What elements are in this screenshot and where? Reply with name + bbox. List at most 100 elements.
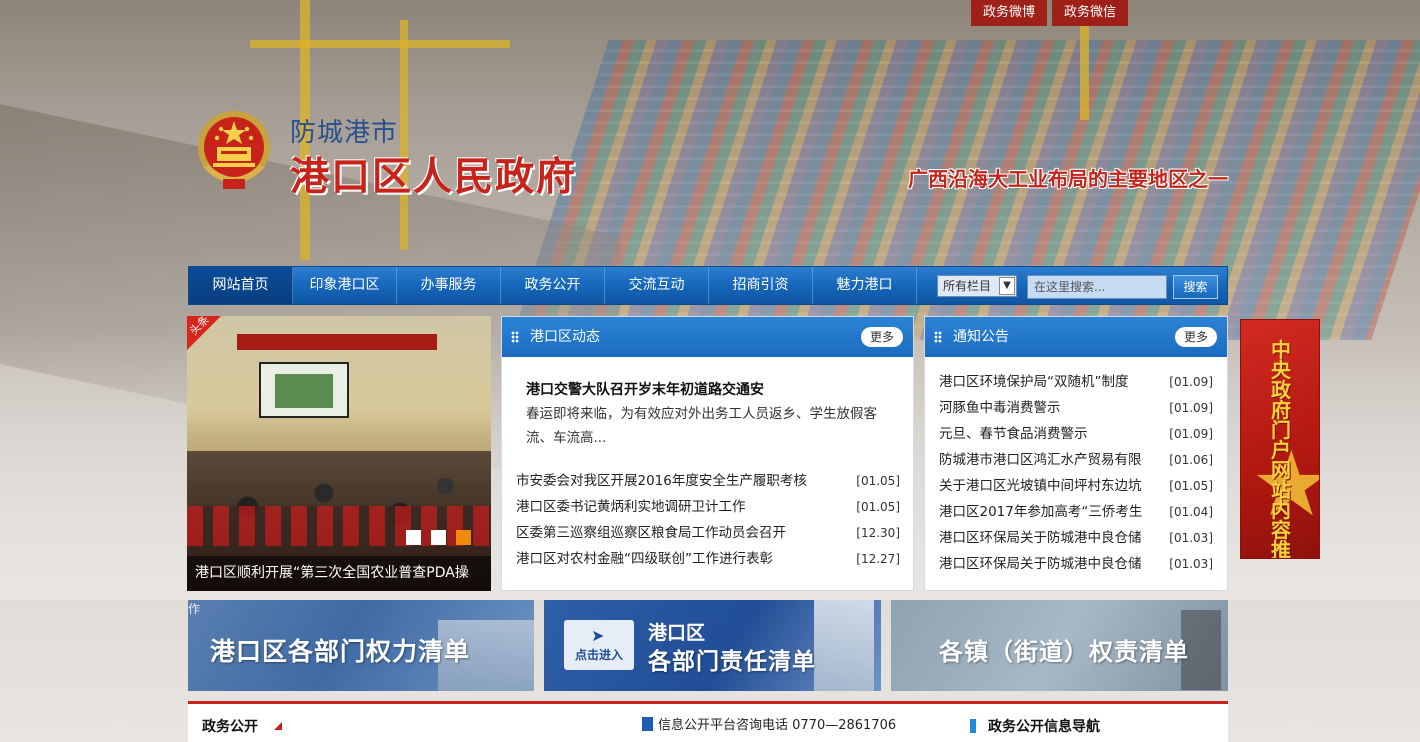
gov-affairs-section: 政务公开 信息公开平台咨询电话 0770—2861706 政务公开信息导航 — [188, 701, 1228, 742]
grip-dots-icon — [511, 331, 519, 343]
news-item-title: 市安委会对我区开展2016年度安全生产履职考核 — [516, 473, 807, 489]
notice-item-title: 关于港口区光坡镇中间坪村东边坑 — [939, 478, 1142, 494]
list-item[interactable]: 港口区环保局关于防城港中良仓储 [01.03] — [939, 525, 1213, 551]
news-list: 市安委会对我区开展2016年度安全生产履职考核 [01.05] 港口区委书记黄炳利… — [516, 468, 900, 572]
news-item-date: [01.05] — [856, 500, 900, 514]
news-item-date: [12.30] — [856, 526, 900, 540]
weibo-link[interactable]: 政务微博 — [971, 0, 1047, 26]
document-icon — [642, 717, 653, 731]
notice-item-title: 港口区环保局关于防城港中良仓储 — [939, 530, 1142, 546]
news-item-date: [01.05] — [856, 474, 900, 488]
news-lead-title[interactable]: 港口交警大队召开岁末年初道路交通安 — [526, 379, 764, 399]
list-item[interactable]: 港口区对农村金融“四级联创”工作进行表彰 [12.27] — [516, 546, 900, 572]
nav-item-gov-affairs[interactable]: 政务公开 — [501, 267, 605, 304]
building-image — [814, 600, 874, 691]
list-item[interactable]: 港口区环境保护局“双随机”制度 [01.09] — [939, 369, 1213, 395]
corner-triangle-icon — [274, 722, 282, 730]
list-item[interactable]: 港口区委书记黄炳利实地调研卫计工作 [01.05] — [516, 494, 900, 520]
list-item[interactable]: 港口区2017年参加高考“三侨考生 [01.04] — [939, 499, 1213, 525]
chevron-down-icon[interactable]: ▼ — [999, 277, 1015, 295]
enter-button-label: 点击进入 — [574, 648, 623, 662]
news-lead-summary: 春运即将来临，为有效应对外出务工人员返乡、学生放假客流、车流高... — [526, 406, 877, 446]
slide-dot-3[interactable] — [456, 530, 471, 545]
info-navigation-title: 政务公开信息导航 — [970, 716, 1100, 736]
news-panel-header: 港口区动态 更多 — [502, 317, 913, 357]
background-crane — [400, 20, 408, 250]
notice-item-date: [01.09] — [1169, 375, 1213, 389]
headline-slideshow[interactable]: 头条 港口区顺利开展“第三次全国农业普查PDA操 — [187, 316, 491, 591]
notice-item-title: 港口区环保局关于防城港中良仓储 — [939, 556, 1142, 572]
notice-item-title: 河豚鱼中毒消费警示 — [939, 400, 1061, 416]
cursor-icon: ➤ — [591, 626, 605, 645]
slide-photo-banner — [237, 334, 437, 350]
tile3-title: 各镇（街道）权责清单 — [939, 638, 1189, 666]
notice-item-title: 港口区环境保护局“双随机”制度 — [939, 374, 1129, 390]
notice-item-date: [01.09] — [1169, 427, 1213, 441]
weixin-link[interactable]: 政务微信 — [1052, 0, 1128, 26]
tile2-title: 各部门责任清单 — [648, 649, 816, 675]
central-gov-recommend-banner[interactable]: ★ 中央政府门户网站内容推荐 — [1240, 319, 1320, 559]
consult-phone-text: 信息公开平台咨询电话 0770—2861706 — [658, 718, 897, 733]
gov-affairs-title[interactable]: 政务公开 — [202, 716, 258, 736]
notice-item-title: 港口区2017年参加高考“三侨考生 — [939, 504, 1143, 520]
power-list-banner[interactable]: 作 港口区各部门权力清单 — [188, 600, 534, 691]
headline-tag-icon: 头条 — [187, 316, 221, 350]
news-item-title: 港口区委书记黄炳利实地调研卫计工作 — [516, 499, 746, 515]
nav-item-services[interactable]: 办事服务 — [397, 267, 501, 304]
list-item[interactable]: 市安委会对我区开展2016年度安全生产履职考核 [01.05] — [516, 468, 900, 494]
notice-item-date: [01.03] — [1169, 557, 1213, 571]
slide-pagination — [406, 530, 471, 545]
tile1-partial-text: 作 — [188, 602, 201, 616]
news-item-title: 区委第三巡察组巡察区粮食局工作动员会召开 — [516, 525, 786, 541]
list-item[interactable]: 港口区环保局关于防城港中良仓储 [01.03] — [939, 551, 1213, 577]
list-item[interactable]: 区委第三巡察组巡察区粮食局工作动员会召开 [12.30] — [516, 520, 900, 546]
notice-item-date: [01.05] — [1169, 479, 1213, 493]
logo-government-name: 港口区人民政府 — [290, 155, 578, 200]
national-emblem-icon[interactable] — [193, 107, 275, 195]
town-list-banner[interactable]: 各镇（街道）权责清单 — [891, 600, 1228, 691]
list-item[interactable]: 元旦、春节食品消费警示 [01.09] — [939, 421, 1213, 447]
notice-panel-header: 通知公告 更多 — [925, 317, 1227, 357]
slide-dot-2[interactable] — [431, 530, 446, 545]
tile2-subtitle: 港口区 — [648, 622, 706, 644]
blue-bar-icon — [970, 719, 976, 733]
district-news-panel: 港口区动态 更多 港口交警大队召开岁末年初道路交通安 春运即将来临，为有效应对外… — [501, 316, 914, 591]
notice-panel: 通知公告 更多 港口区环境保护局“双随机”制度 [01.09] 河豚鱼中毒消费警示… — [924, 316, 1228, 591]
enter-button[interactable]: ➤ 点击进入 — [564, 620, 634, 670]
consult-phone: 信息公开平台咨询电话 0770—2861706 — [642, 714, 896, 733]
slide-photo-screen — [259, 362, 349, 418]
search-button[interactable]: 搜索 — [1173, 275, 1218, 299]
notice-item-date: [01.06] — [1169, 453, 1213, 467]
news-more-button[interactable]: 更多 — [861, 327, 903, 347]
nav-item-home[interactable]: 网站首页 — [189, 267, 293, 304]
tile1-title: 港口区各部门权力清单 — [210, 637, 471, 666]
notice-panel-title: 通知公告 — [953, 329, 1009, 345]
notice-item-title: 元旦、春节食品消费警示 — [939, 426, 1088, 442]
news-item-date: [12.27] — [856, 552, 900, 566]
list-item[interactable]: 河豚鱼中毒消费警示 [01.09] — [939, 395, 1213, 421]
notice-list: 港口区环境保护局“双随机”制度 [01.09] 河豚鱼中毒消费警示 [01.09] … — [939, 369, 1213, 577]
main-navigation: 网站首页 印象港口区 办事服务 政务公开 交流互动 招商引资 魅力港口 所有栏目… — [188, 266, 1228, 305]
info-navigation-label: 政务公开信息导航 — [988, 719, 1100, 735]
nav-item-charm[interactable]: 魅力港口 — [813, 267, 917, 304]
news-item-title: 港口区对农村金融“四级联创”工作进行表彰 — [516, 551, 773, 567]
search-scope-select[interactable]: 所有栏目 ▼ — [937, 275, 1017, 297]
list-item[interactable]: 关于港口区光坡镇中间坪村东边坑 [01.05] — [939, 473, 1213, 499]
logo-city-name: 防城港市 — [290, 118, 399, 148]
header-slogan: 广西沿海大工业布局的主要地区之一 — [908, 167, 1228, 191]
slide-caption[interactable]: 港口区顺利开展“第三次全国农业普查PDA操 — [187, 556, 491, 591]
search-input[interactable]: 在这里搜索... — [1027, 275, 1167, 299]
slide-dot-1[interactable] — [406, 530, 421, 545]
notice-item-date: [01.03] — [1169, 531, 1213, 545]
responsibility-list-banner[interactable]: ➤ 点击进入 港口区 各部门责任清单 — [544, 600, 881, 691]
notice-item-date: [01.09] — [1169, 401, 1213, 415]
nav-item-interaction[interactable]: 交流互动 — [605, 267, 709, 304]
grip-dots-icon — [934, 331, 942, 343]
background-crane — [250, 40, 510, 48]
notice-more-button[interactable]: 更多 — [1175, 327, 1217, 347]
notice-item-date: [01.04] — [1169, 505, 1213, 519]
news-panel-title: 港口区动态 — [530, 329, 600, 345]
nav-item-impression[interactable]: 印象港口区 — [293, 267, 397, 304]
list-item[interactable]: 防城港市港口区鸿汇水产贸易有限 [01.06] — [939, 447, 1213, 473]
nav-item-investment[interactable]: 招商引资 — [709, 267, 813, 304]
